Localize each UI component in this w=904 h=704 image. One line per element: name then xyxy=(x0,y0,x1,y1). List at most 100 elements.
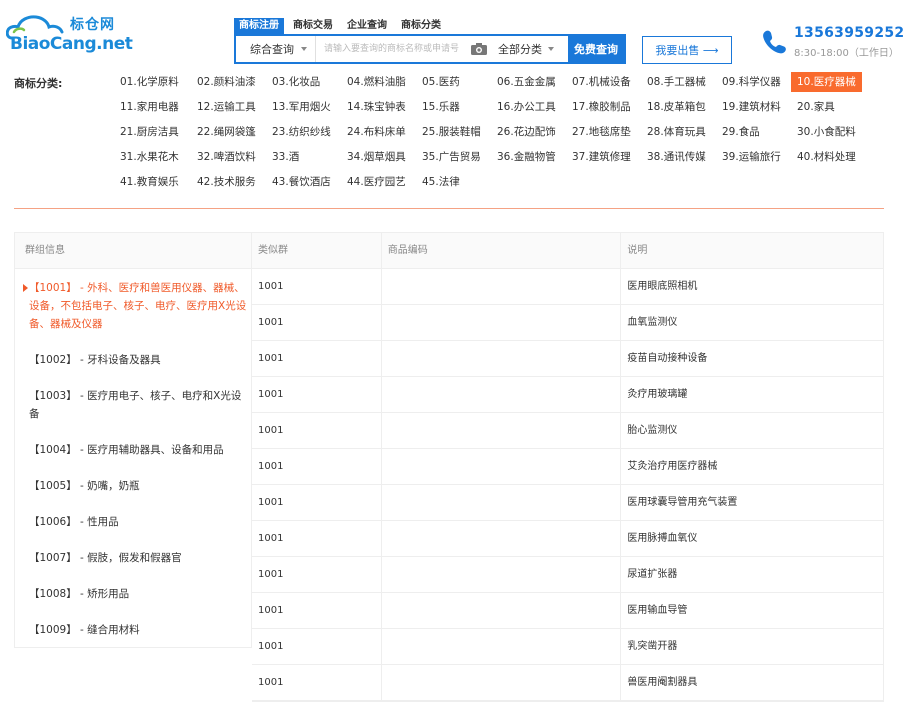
sell-button[interactable]: 我要出售 ⟶ xyxy=(642,36,732,64)
category-item[interactable]: 45.法律 xyxy=(420,172,462,192)
group-info-panel: 群组信息 【1001】 - 外科、医疗和兽医用仪器、器械、设备，不包括电子、核子… xyxy=(14,232,252,648)
category-item[interactable]: 11.家用电器 xyxy=(118,97,181,117)
cell-similar-group: 1001 xyxy=(252,665,382,700)
cell-description: 尿道扩张器 xyxy=(627,569,678,580)
search-input[interactable] xyxy=(316,36,470,62)
search-tabs: 商标注册 商标交易 企业查询 商标分类 xyxy=(234,18,450,34)
camera-icon[interactable] xyxy=(470,42,488,56)
category-item[interactable]: 06.五金金属 xyxy=(495,72,558,92)
category-item[interactable]: 40.材料处理 xyxy=(795,147,858,167)
category-item[interactable]: 43.餐饮酒店 xyxy=(270,172,333,192)
category-item[interactable]: 32.啤酒饮料 xyxy=(195,147,258,167)
search-button[interactable]: 免费查询 xyxy=(568,36,624,62)
group-item[interactable]: 【1001】 - 外科、医疗和兽医用仪器、器械、设备，不包括电子、核子、电疗、医… xyxy=(23,279,251,333)
category-item[interactable]: 14.珠宝钟表 xyxy=(345,97,408,117)
category-item[interactable]: 01.化学原料 xyxy=(118,72,181,92)
cell-similar-group: 1001 xyxy=(252,413,382,448)
logo-text-cn: 标仓网 xyxy=(70,17,115,33)
category-item[interactable]: 08.手工器械 xyxy=(645,72,708,92)
group-item-label: 【1006】 - 性用品 xyxy=(29,516,119,528)
cell-goods-code xyxy=(382,269,622,304)
cell-description: 血氧监测仪 xyxy=(627,317,678,328)
cell-description: 艾灸治疗用医疗器械 xyxy=(627,461,718,472)
cell-description: 乳突凿开器 xyxy=(627,641,678,652)
search-category-dropdown[interactable]: 全部分类 xyxy=(498,41,568,57)
category-item[interactable]: 16.办公工具 xyxy=(495,97,558,117)
category-item[interactable]: 03.化妆品 xyxy=(270,72,322,92)
category-item[interactable]: 12.运输工具 xyxy=(195,97,258,117)
chevron-down-icon xyxy=(301,47,307,51)
group-item[interactable]: 【1002】 - 牙科设备及器具 xyxy=(29,351,251,369)
category-item[interactable]: 10.医疗器械 xyxy=(791,72,862,92)
category-item[interactable]: 42.技术服务 xyxy=(195,172,258,192)
cell-goods-code xyxy=(382,341,622,376)
category-item[interactable]: 02.颜料油漆 xyxy=(195,72,258,92)
category-item[interactable]: 19.建筑材料 xyxy=(720,97,783,117)
group-item[interactable]: 【1009】 - 缝合用材料 xyxy=(29,621,251,639)
category-item[interactable]: 07.机械设备 xyxy=(570,72,633,92)
group-item[interactable]: 【1007】 - 假肢，假发和假器官 xyxy=(29,549,251,567)
cell-similar-group: 1001 xyxy=(252,449,382,484)
category-item[interactable]: 21.厨房洁具 xyxy=(118,122,181,142)
group-item-label: 【1004】 - 医疗用辅助器具、设备和用品 xyxy=(29,444,224,456)
tab-trademark-category[interactable]: 商标分类 xyxy=(396,18,446,34)
category-item[interactable]: 36.金融物管 xyxy=(495,147,558,167)
search-box: 综合查询 全部分类 免费查询 xyxy=(234,34,626,64)
categories-label: 商标分类: xyxy=(14,77,63,90)
group-item[interactable]: 【1006】 - 性用品 xyxy=(29,513,251,531)
tab-company-search[interactable]: 企业查询 xyxy=(342,18,392,34)
cell-similar-group: 1001 xyxy=(252,305,382,340)
column-header-goods-code: 商品编码 xyxy=(382,233,622,268)
chevron-down-icon xyxy=(548,47,554,51)
tab-trademark-trade[interactable]: 商标交易 xyxy=(288,18,338,34)
goods-table: 类似群 商品编码 说明 1001 医用眼底照相机 1001 血氧监测仪 1001 疫苗自动… xyxy=(252,232,884,702)
category-item[interactable]: 37.建筑修理 xyxy=(570,147,633,167)
category-item[interactable]: 04.燃料油脂 xyxy=(345,72,408,92)
category-item[interactable]: 13.军用烟火 xyxy=(270,97,333,117)
category-item[interactable]: 41.教育娱乐 xyxy=(118,172,181,192)
group-item-label: 【1003】 - 医疗用电子、核子、电疗和X光设备 xyxy=(29,390,242,420)
category-item[interactable]: 17.橡胶制品 xyxy=(570,97,633,117)
category-grid: 01.化学原料 02.颜料油漆 03.化妆品 04.燃料油脂 05.医药 06.五金金属 0… xyxy=(118,72,878,194)
table-row: 1001 乳突凿开器 xyxy=(252,629,883,665)
category-item[interactable]: 23.纺织纱线 xyxy=(270,122,333,142)
category-item[interactable]: 26.花边配饰 xyxy=(495,122,558,142)
table-row: 1001 医用输血导管 xyxy=(252,593,883,629)
category-item[interactable]: 27.地毯席垫 xyxy=(570,122,633,142)
category-item[interactable]: 33.酒 xyxy=(270,147,301,167)
column-header-similar-group: 类似群 xyxy=(252,233,382,268)
category-item[interactable]: 05.医药 xyxy=(420,72,462,92)
category-item[interactable]: 15.乐器 xyxy=(420,97,462,117)
group-item[interactable]: 【1008】 - 矫形用品 xyxy=(29,585,251,603)
cell-goods-code xyxy=(382,413,622,448)
category-item[interactable]: 31.水果花木 xyxy=(118,147,181,167)
table-row: 1001 血氧监测仪 xyxy=(252,305,883,341)
category-item[interactable]: 30.小食配料 xyxy=(795,122,858,142)
search-type-dropdown[interactable]: 综合查询 xyxy=(236,36,316,62)
group-item[interactable]: 【1005】 - 奶嘴，奶瓶 xyxy=(29,477,251,495)
category-item[interactable]: 34.烟草烟具 xyxy=(345,147,408,167)
category-item[interactable]: 44.医疗园艺 xyxy=(345,172,408,192)
category-item[interactable]: 18.皮革箱包 xyxy=(645,97,708,117)
tab-trademark-register[interactable]: 商标注册 xyxy=(234,18,284,34)
group-item[interactable]: 【1004】 - 医疗用辅助器具、设备和用品 xyxy=(29,441,251,459)
category-item[interactable]: 28.体育玩具 xyxy=(645,122,708,142)
cell-goods-code xyxy=(382,449,622,484)
group-item[interactable]: 【1003】 - 医疗用电子、核子、电疗和X光设备 xyxy=(29,387,251,423)
category-item[interactable]: 20.家具 xyxy=(795,97,837,117)
category-item[interactable]: 25.服装鞋帽 xyxy=(420,122,483,142)
category-item[interactable]: 39.运输旅行 xyxy=(720,147,783,167)
cell-similar-group: 1001 xyxy=(252,377,382,412)
group-item-label: 【1005】 - 奶嘴，奶瓶 xyxy=(29,480,140,492)
site-logo[interactable]: 标仓网 BiaoCang.net xyxy=(6,10,133,60)
category-item[interactable]: 29.食品 xyxy=(720,122,762,142)
contact-hours: 8:30-18:00（工作日） xyxy=(794,48,899,59)
cell-similar-group: 1001 xyxy=(252,593,382,628)
category-item[interactable]: 22.绳网袋篷 xyxy=(195,122,258,142)
category-item[interactable]: 09.科学仪器 xyxy=(720,72,783,92)
cell-description: 医用输血导管 xyxy=(627,605,688,616)
category-item[interactable]: 38.通讯传媒 xyxy=(645,147,708,167)
category-item[interactable]: 35.广告贸易 xyxy=(420,147,483,167)
category-item[interactable]: 24.布料床单 xyxy=(345,122,408,142)
table-row: 1001 医用脉搏血氧仪 xyxy=(252,521,883,557)
